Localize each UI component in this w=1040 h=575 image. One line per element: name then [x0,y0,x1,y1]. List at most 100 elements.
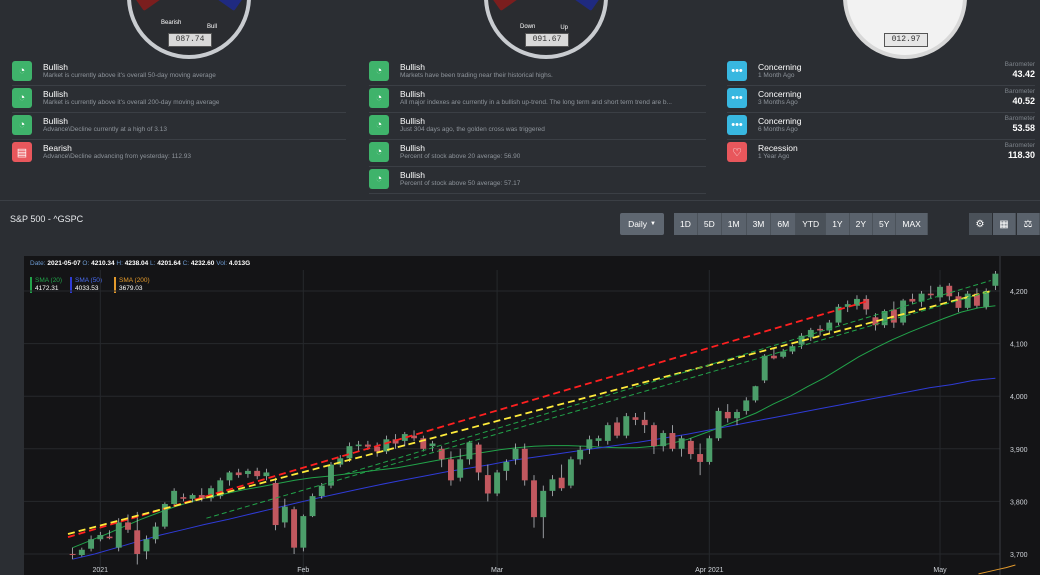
candle-body [152,526,159,540]
calculator-icon[interactable]: ▦ [993,213,1016,235]
candle-body [780,351,787,357]
signal-title: Bullish [43,89,69,99]
candle-body [115,522,122,548]
candle-body [641,419,648,426]
candle-body [291,509,298,548]
candle-body [272,482,279,526]
gauge-icon: ◔ [369,169,389,189]
candle-body [992,273,999,286]
candle-body [429,443,436,447]
gauge-icon: ◔ [12,115,32,135]
signal-item[interactable]: ◔ Bullish All major indexes are currentl… [369,86,706,113]
gauge-bearish-segment [134,0,166,12]
price-chart[interactable]: Date: 2021-05-07 O: 4210.34 H: 4238.04 L… [24,256,1040,575]
y-tick-label: 4,100 [1010,342,1028,349]
range-button-2y[interactable]: 2Y [849,213,873,235]
range-button-6m[interactable]: 6M [771,213,797,235]
candle-body [817,328,824,331]
x-tick-label: Apr 2021 [695,567,724,574]
candle-body [125,522,131,530]
gauge-right-label: Bull [206,24,217,30]
barometer-label: Barometer [1004,115,1035,122]
signal-description: 3 Months Ago [758,99,798,106]
signal-description: Advance\Decline advancing from yesterday… [43,153,192,160]
signal-item[interactable]: ◔ Bullish Market is currently above it's… [12,86,346,113]
range-button-5d[interactable]: 5D [697,213,722,235]
candle-body [226,472,233,481]
signal-item[interactable]: ◔ Bullish Markets have been trading near… [369,59,706,86]
signal-description: Just 304 days ago, the golden cross was … [400,126,545,133]
candle-body [614,422,621,436]
signals-column-trend: ◔ Bullish Market is currently above it's… [12,59,346,166]
gauge-icon: ◔ [12,61,32,81]
range-button-5y[interactable]: 5Y [873,213,897,235]
candle-body [88,539,95,549]
signal-item[interactable]: ◔ Bullish Advance\Decline currently at a… [12,113,346,140]
barometer-value: 118.30 [1007,150,1035,160]
candle-body [863,298,870,310]
signal-title: Concerning [758,116,802,126]
y-tick-label: 3,700 [1010,552,1028,559]
signal-description: Markets have been trading near their his… [400,72,553,79]
interval-dropdown[interactable]: Daily ▼ [620,213,664,235]
signals-column-recession: ••• Concerning 1 Month Ago Barometer 43.… [727,59,1035,166]
candle-body [69,553,76,556]
candle-body [318,485,325,497]
candle-body [475,444,482,473]
candle-body [300,516,307,548]
caret-down-icon: ▼ [649,221,656,227]
signal-description: 6 Months Ago [758,126,798,133]
candle-body [595,438,602,441]
signal-item[interactable]: ◔ Bullish Percent of stock above 20 aver… [369,140,706,167]
signal-item[interactable]: ••• Concerning 6 Months Ago Barometer 53… [727,113,1035,140]
barometer-value: 53.58 [1012,123,1035,133]
signal-item[interactable]: ♡ Recession 1 Year Ago Barometer 118.30 [727,140,1035,166]
series-line-sma-200 [978,564,1016,575]
signal-item[interactable]: ••• Concerning 3 Months Ago Barometer 40… [727,86,1035,113]
candle-body [244,470,251,475]
x-tick-label: Mar [491,567,504,574]
range-button-1m[interactable]: 1M [721,213,747,235]
candle-body [927,293,934,296]
candle-body [900,300,907,323]
candle-body [632,417,639,420]
candle-body [669,433,676,449]
candle-body [263,472,270,477]
signal-item[interactable]: ◔ Bullish Percent of stock above 50 aver… [369,167,706,194]
gauge-up-segment [569,0,601,12]
candle-body [484,475,491,494]
signal-title: Bullish [400,89,426,99]
y-tick-label: 4,200 [1010,289,1028,296]
signal-title: Bullish [400,143,426,153]
signal-item[interactable]: ▤ Bearish Advance\Decline advancing from… [12,140,346,166]
signal-description: 1 Month Ago [758,72,795,79]
range-button-3m[interactable]: 3M [746,213,772,235]
signal-description: Market is currently above it's overall 2… [43,99,220,106]
range-button-max[interactable]: MAX [896,213,928,235]
interval-label: Daily [628,219,647,229]
candle-body [678,438,685,449]
candle-body [364,444,371,447]
candle-body [770,355,777,359]
candle-body [521,448,528,481]
candle-body [540,490,547,518]
settings-icon[interactable]: ⚙ [969,213,992,235]
signal-title: Bullish [43,116,69,126]
candle-body [687,440,694,455]
dots-icon: ••• [727,115,747,135]
signal-item[interactable]: ◔ Bullish Market is currently above it's… [12,59,346,86]
candle-body [623,416,630,436]
candle-body [706,438,713,462]
candle-body [171,490,178,505]
message-icon: ▤ [12,142,32,162]
scale-icon[interactable]: ⚖ [1017,213,1040,235]
range-button-1d[interactable]: 1D [674,213,698,235]
signal-item[interactable]: ◔ Bullish Just 304 days ago, the golden … [369,113,706,140]
trend-line [206,290,991,519]
signal-description: Advance\Decline currently at a high of 3… [43,126,167,133]
candlestick-plot[interactable]: 3,700 3,800 3,900 4,000 4,100 4,200 2021 Feb Mar… [24,256,1040,575]
candle-body [946,285,953,297]
signal-item[interactable]: ••• Concerning 1 Month Ago Barometer 43.… [727,59,1035,86]
range-button-ytd[interactable]: YTD [796,213,827,235]
range-button-1y[interactable]: 1Y [826,213,850,235]
